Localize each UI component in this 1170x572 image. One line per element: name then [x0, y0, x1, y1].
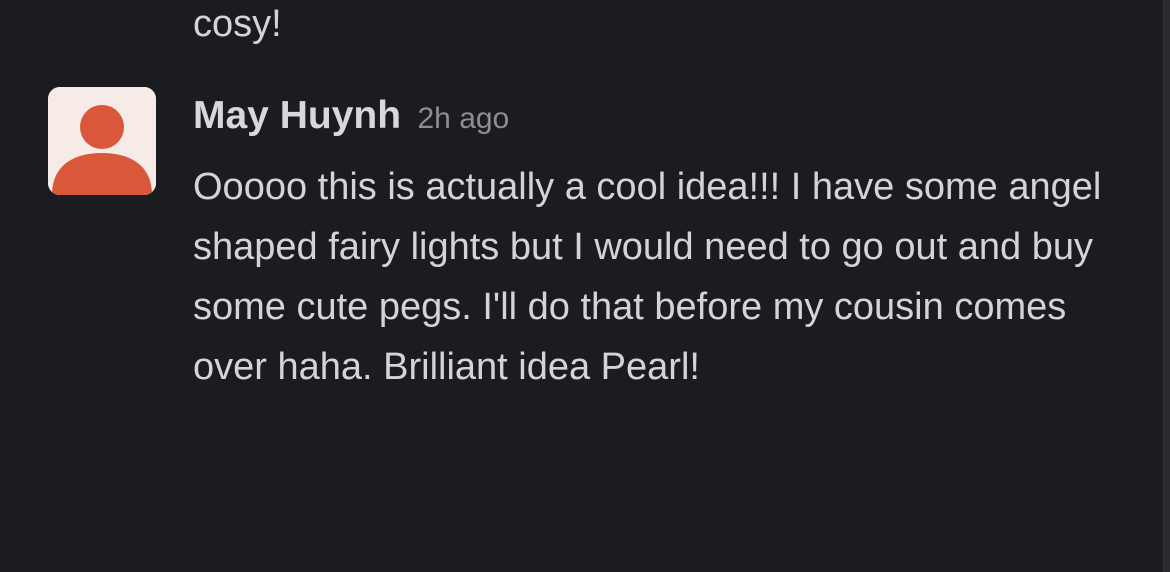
message-timestamp: 2h ago: [417, 102, 510, 135]
scrollbar[interactable]: [1164, 0, 1170, 572]
avatar[interactable]: [48, 87, 156, 195]
author-name[interactable]: May Huynh: [193, 88, 401, 144]
message-header: May Huynh 2h ago: [193, 88, 509, 144]
chat-message: May Huynh 2h ago Ooooo this is actually …: [0, 0, 1150, 572]
message-body: Ooooo this is actually a cool idea!!! I …: [193, 166, 1102, 388]
default-user-icon: [48, 87, 156, 195]
